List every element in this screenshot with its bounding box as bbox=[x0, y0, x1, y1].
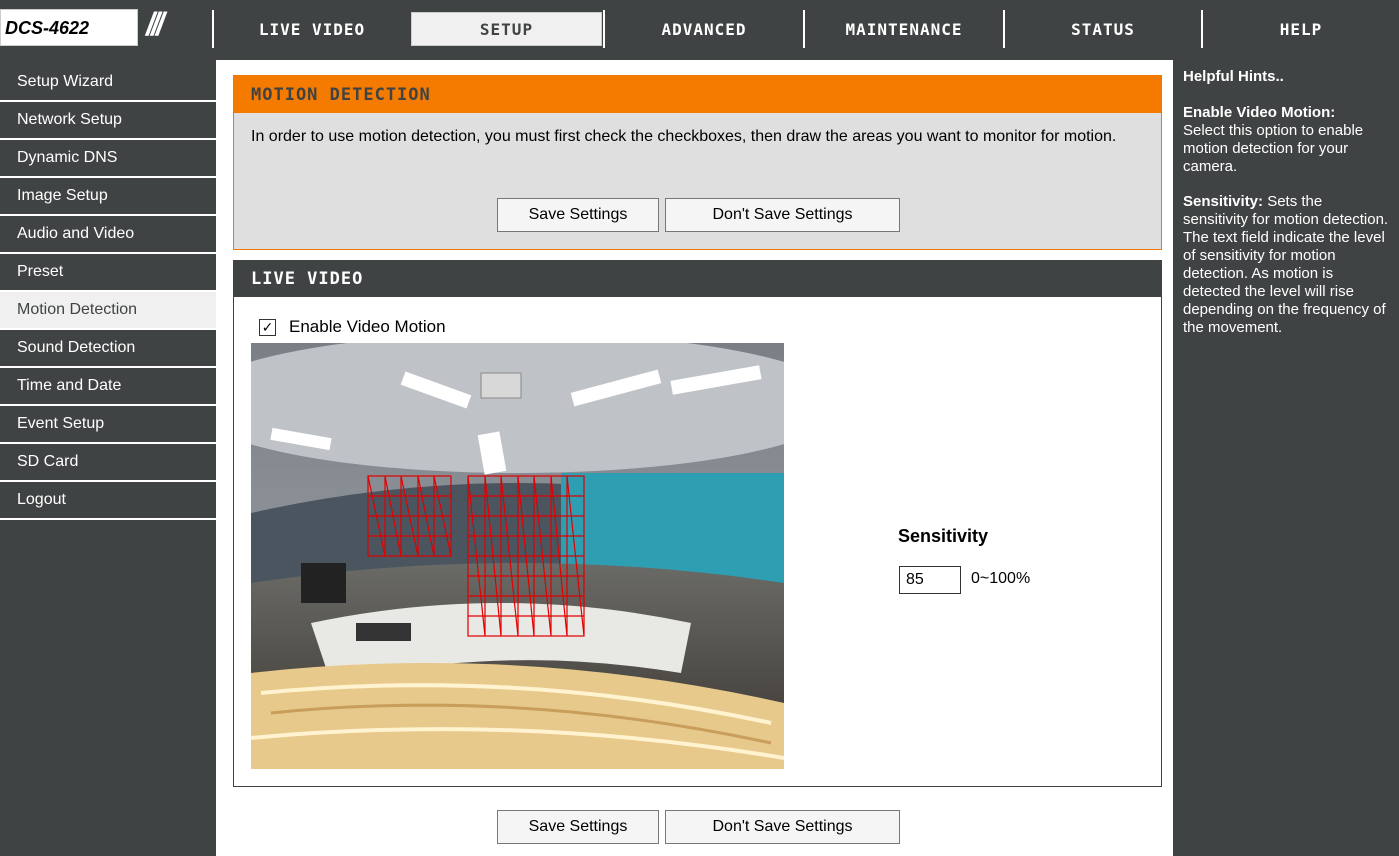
tab-maintenance[interactable]: MAINTENANCE bbox=[803, 10, 1003, 48]
sidebar-item-event-setup[interactable]: Event Setup bbox=[0, 406, 216, 444]
tab-status[interactable]: STATUS bbox=[1003, 10, 1201, 48]
help-enable-heading: Enable Video Motion: bbox=[1183, 104, 1336, 121]
top-bar: DCS-4622 /// LIVE VIDEO SETUP ADVANCED M… bbox=[0, 0, 1399, 60]
help-title: Helpful Hints.. bbox=[1183, 68, 1284, 85]
help-sensitivity-heading: Sensitivity: bbox=[1183, 193, 1264, 210]
tab-advanced[interactable]: ADVANCED bbox=[603, 10, 803, 48]
sensitivity-range: 0~100% bbox=[971, 570, 1031, 587]
sidebar-item-sd-card[interactable]: SD Card bbox=[0, 444, 216, 482]
footer-dont-save-button[interactable]: Don't Save Settings bbox=[665, 810, 900, 844]
model-logo: DCS-4622 bbox=[0, 9, 138, 46]
help-enable: Enable Video Motion: Select this option t… bbox=[1183, 104, 1389, 176]
camera-image bbox=[251, 343, 784, 769]
tab-help[interactable]: HELP bbox=[1201, 10, 1399, 48]
help-sensitivity: Sensitivity: Sets the sensitivity for mo… bbox=[1183, 193, 1389, 337]
help-sensitivity-text: Sets the sensitivity for motion detectio… bbox=[1183, 193, 1389, 336]
logo-slashes: /// bbox=[146, 6, 165, 42]
sensitivity-label: Sensitivity bbox=[898, 526, 989, 546]
sidebar-item-image-setup[interactable]: Image Setup bbox=[0, 178, 216, 216]
panel-description: In order to use motion detection, you mu… bbox=[251, 128, 1117, 145]
dont-save-button[interactable]: Don't Save Settings bbox=[665, 198, 900, 232]
motion-detection-panel: MOTION DETECTION In order to use motion … bbox=[233, 75, 1162, 250]
sidebar-item-audio-video[interactable]: Audio and Video bbox=[0, 216, 216, 254]
footer-save-button[interactable]: Save Settings bbox=[497, 810, 659, 844]
sidebar-item-network-setup[interactable]: Network Setup bbox=[0, 102, 216, 140]
sidebar-item-time-date[interactable]: Time and Date bbox=[0, 368, 216, 406]
help-panel: Helpful Hints.. Enable Video Motion: Sele… bbox=[1173, 60, 1399, 856]
model-name: DCS-4622 bbox=[5, 18, 90, 38]
save-button[interactable]: Save Settings bbox=[497, 198, 659, 232]
sidebar-item-dynamic-dns[interactable]: Dynamic DNS bbox=[0, 140, 216, 178]
sidebar: Setup Wizard Network Setup Dynamic DNS I… bbox=[0, 64, 216, 520]
live-video-panel: LIVE VIDEO ✓ Enable Video Motion Sensiti… bbox=[233, 260, 1162, 787]
sidebar-item-preset[interactable]: Preset bbox=[0, 254, 216, 292]
live-video-title: LIVE VIDEO bbox=[234, 261, 1161, 297]
enable-video-motion-checkbox[interactable]: ✓ bbox=[259, 318, 276, 336]
help-enable-text: Select this option to enable motion dete… bbox=[1183, 122, 1364, 175]
sidebar-item-logout[interactable]: Logout bbox=[0, 482, 216, 520]
enable-video-motion-label: Enable Video Motion bbox=[289, 317, 446, 336]
sidebar-item-setup-wizard[interactable]: Setup Wizard bbox=[0, 64, 216, 102]
sidebar-item-sound-detection[interactable]: Sound Detection bbox=[0, 330, 216, 368]
main-content: MOTION DETECTION In order to use motion … bbox=[216, 60, 1173, 856]
tab-setup[interactable]: SETUP bbox=[411, 12, 602, 46]
panel-title: MOTION DETECTION bbox=[234, 76, 1161, 113]
camera-video-feed[interactable] bbox=[251, 343, 784, 769]
tab-live-video[interactable]: LIVE VIDEO bbox=[212, 10, 410, 48]
sidebar-item-motion-detection[interactable]: Motion Detection bbox=[0, 292, 216, 330]
enable-video-motion-row: ✓ Enable Video Motion bbox=[259, 317, 446, 337]
sensitivity-input[interactable] bbox=[899, 566, 961, 594]
